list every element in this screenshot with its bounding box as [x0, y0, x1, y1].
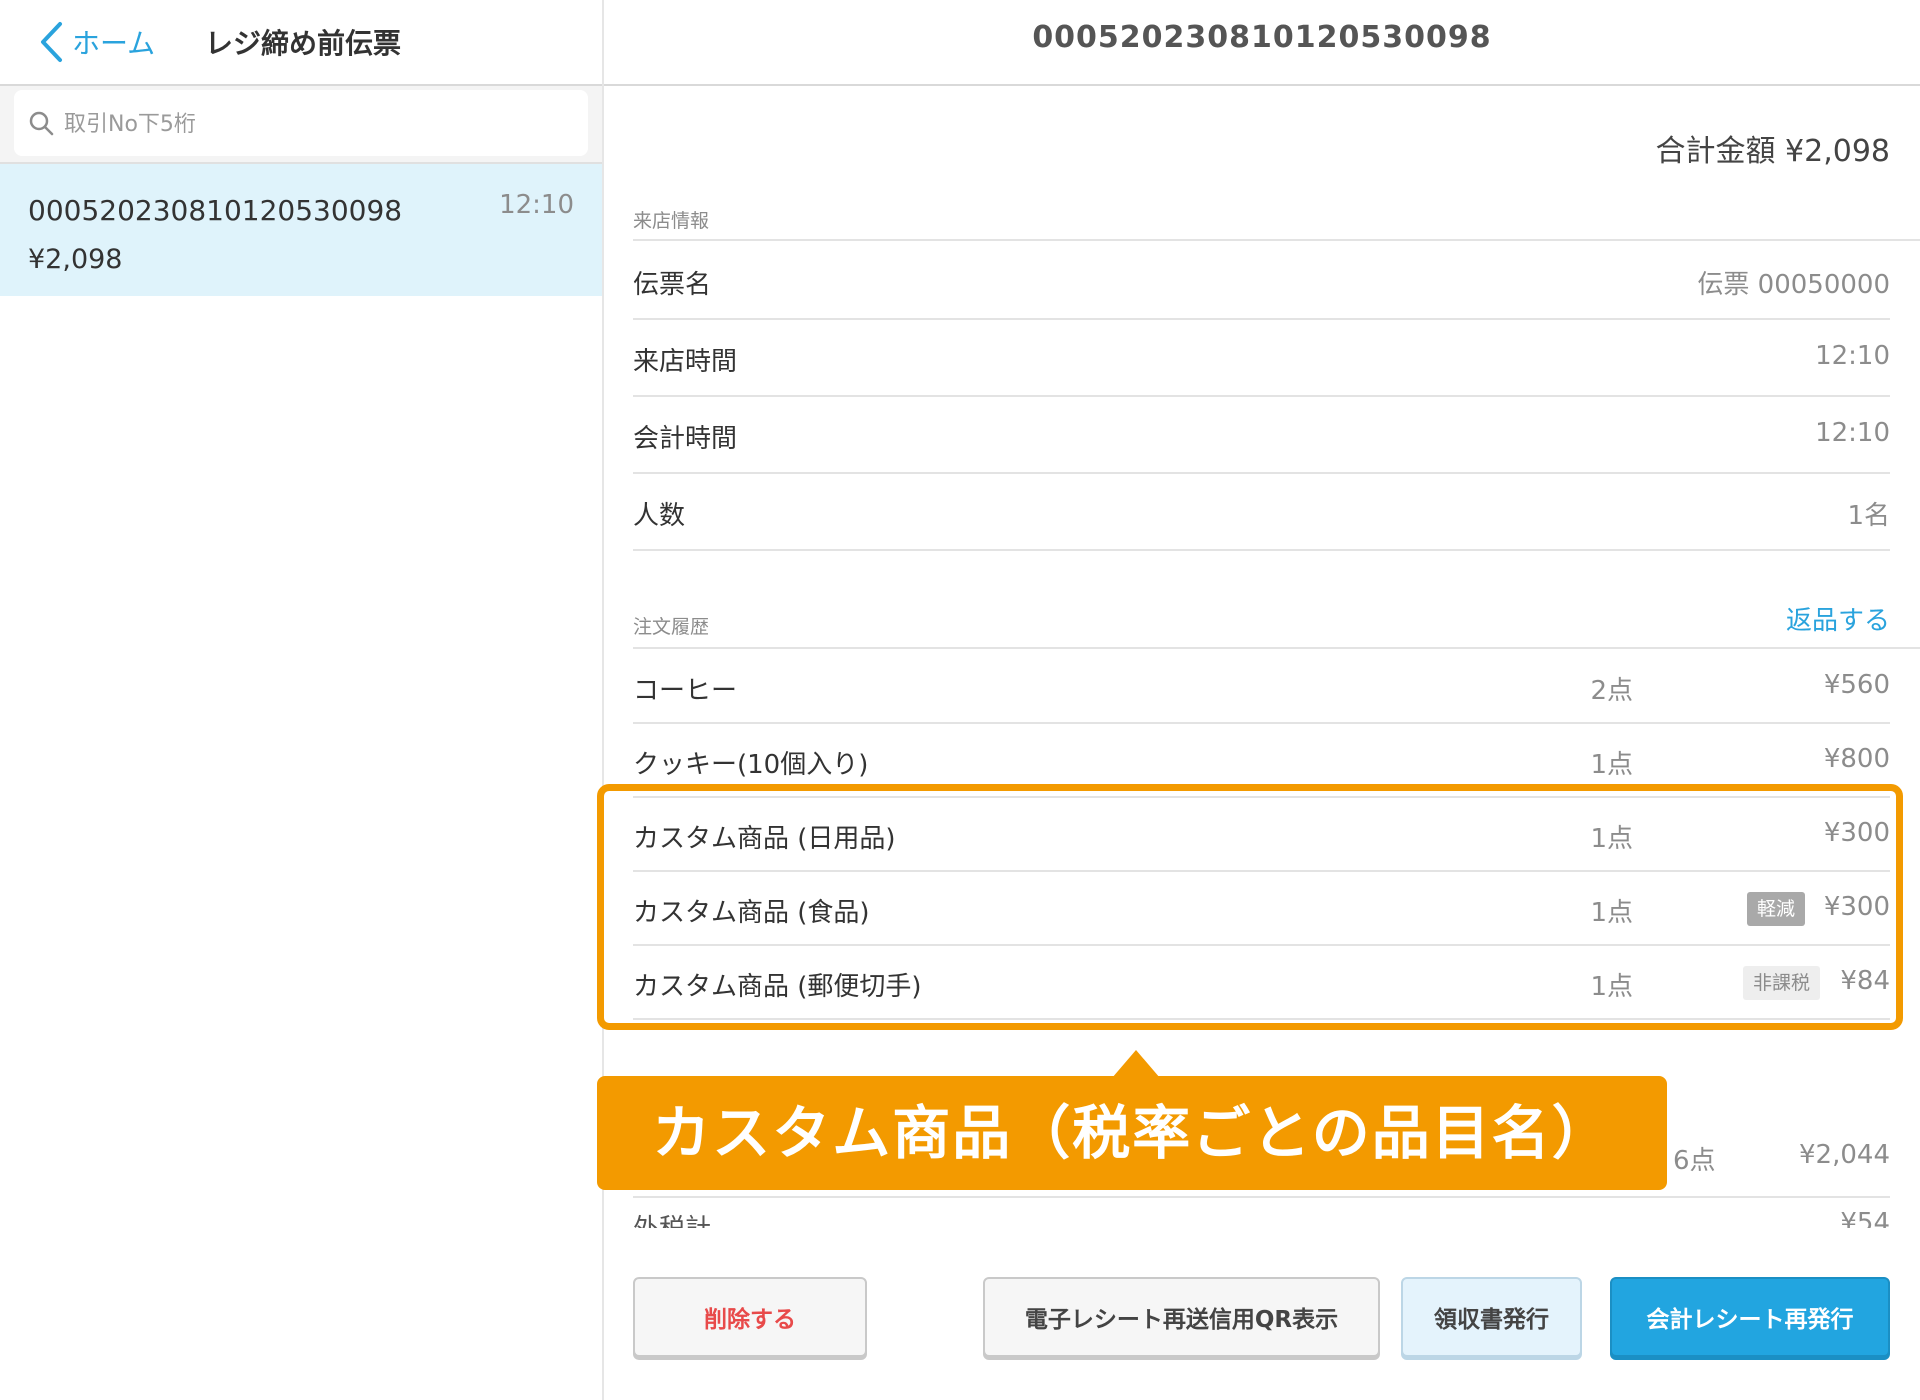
back-button[interactable]: ホーム	[38, 18, 155, 66]
list-item-time: 12:10	[499, 190, 574, 220]
chevron-left-icon	[41, 22, 62, 62]
visit-row-guests: 人数 1名	[633, 473, 1890, 551]
back-label: ホーム	[72, 27, 156, 60]
search-icon	[29, 111, 54, 136]
order-item-qty: 2点	[1590, 676, 1633, 706]
row-label: 伝票名	[633, 270, 712, 300]
detail-title: 000520230810120530098	[1032, 20, 1492, 55]
list-item-amount: ¥2,098	[28, 244, 123, 275]
section-divider	[633, 647, 1920, 649]
order-item-name: クッキー(10個入り)	[633, 750, 869, 780]
order-item-price: ¥800	[1823, 744, 1890, 774]
tax-value: ¥54	[1840, 1208, 1890, 1228]
order-section-label: 注文履歴	[633, 616, 710, 638]
order-item-qty: 1点	[1590, 750, 1633, 780]
row-label: 来店時間	[633, 347, 738, 377]
left-page-title: レジ締め前伝票	[205, 27, 402, 60]
left-header: ホーム レジ締め前伝票	[0, 0, 602, 86]
callout-text: カスタム商品（税率ごとの品目名）	[652, 1099, 1612, 1167]
row-value: 12:10	[1815, 341, 1890, 371]
visit-row-checkout-time: 会計時間 12:10	[633, 396, 1890, 474]
row-label: 会計時間	[633, 424, 738, 454]
search-input[interactable]	[62, 102, 566, 146]
section-divider	[633, 239, 1920, 241]
order-item-price: ¥560	[1823, 670, 1890, 700]
order-item-name: コーヒー	[633, 676, 738, 706]
visit-row-slip-name: 伝票名 伝票 00050000	[633, 242, 1890, 320]
search-field[interactable]	[14, 90, 588, 156]
issue-receipt-button[interactable]: 領収書発行	[1401, 1277, 1582, 1357]
list-item[interactable]: 000520230810120530098 12:10 ¥2,098	[0, 164, 602, 296]
pane-divider	[602, 0, 604, 1400]
callout-arrow	[1112, 1050, 1160, 1078]
highlight-box	[597, 784, 1903, 1030]
row-value: 1名	[1847, 501, 1890, 531]
visit-row-arrival-time: 来店時間 12:10	[633, 319, 1890, 397]
tax-row: 外税計 ¥54	[633, 1194, 1890, 1228]
qr-display-button[interactable]: 電子レシート再送信用QR表示	[983, 1277, 1380, 1357]
order-row: コーヒー 2点 ¥560	[633, 650, 1890, 724]
subtotal-qty: 6点	[1673, 1146, 1716, 1176]
callout-banner: カスタム商品（税率ごとの品目名）	[597, 1076, 1667, 1190]
visit-section-label: 来店情報	[633, 210, 710, 232]
reissue-receipt-button[interactable]: 会計レシート再発行	[1610, 1277, 1890, 1357]
return-link[interactable]: 返品する	[1786, 600, 1890, 637]
total-amount: 合計金額 ¥2,098	[1655, 134, 1890, 169]
subtotal-amount: ¥2,044	[1799, 1140, 1890, 1170]
row-value: 伝票 00050000	[1697, 270, 1890, 300]
row-label: 人数	[633, 501, 686, 531]
delete-button[interactable]: 削除する	[633, 1277, 867, 1357]
row-value: 12:10	[1815, 418, 1890, 448]
list-item-id: 000520230810120530098	[28, 194, 403, 227]
tax-label: 外税計	[633, 1208, 711, 1228]
